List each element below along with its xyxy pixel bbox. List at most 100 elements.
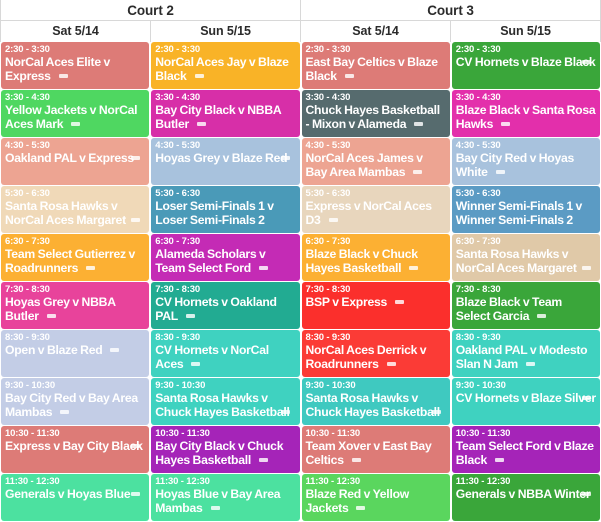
score-entry-marker[interactable] bbox=[86, 266, 96, 270]
game-cell[interactable]: 3:30 - 4:30 Blaze Black v Santa Rosa Hawk… bbox=[451, 90, 600, 137]
score-entry-marker[interactable] bbox=[581, 492, 591, 496]
game-cell[interactable]: 11:30 - 12:30 Generals v Hoyas Blue bbox=[1, 474, 150, 521]
score-entry-marker[interactable] bbox=[351, 458, 361, 462]
game-cell[interactable]: 3:30 - 4:30 Chuck Hayes Basketball - Mixo… bbox=[301, 90, 450, 137]
score-entry-marker[interactable] bbox=[259, 458, 269, 462]
score-entry-marker[interactable] bbox=[431, 410, 441, 414]
game-cell[interactable]: 10:30 - 11:30 Bay City Black v Chuck Haye… bbox=[151, 426, 300, 473]
score-entry-marker[interactable] bbox=[46, 314, 56, 318]
game-cell[interactable]: 3:30 - 4:30 Yellow Jackets v NorCal Aces … bbox=[1, 90, 150, 137]
game-cell[interactable]: 6:30 - 7:30 Team Select Gutierrez v Roadr… bbox=[1, 234, 150, 281]
score-entry-marker[interactable] bbox=[281, 410, 291, 414]
game-cell[interactable]: 6:30 - 7:30 Alameda Scholars v Team Selec… bbox=[151, 234, 300, 281]
score-entry-marker[interactable] bbox=[60, 410, 70, 414]
game-matchup: Santa Rosa Hawks v NorCal Aces Margaret bbox=[5, 199, 126, 227]
score-entry-marker[interactable] bbox=[196, 122, 206, 126]
game-matchup: Yellow Jackets v NorCal Aces Mark bbox=[5, 103, 138, 131]
score-entry-marker[interactable] bbox=[386, 362, 396, 366]
game-time: 4:30 - 5:30 bbox=[455, 140, 501, 151]
game-cell[interactable]: 5:30 - 6:30 Express v NorCal Aces D3 bbox=[301, 186, 450, 233]
game-time: 10:30 - 11:30 bbox=[455, 428, 511, 439]
score-entry-marker[interactable] bbox=[501, 122, 511, 126]
game-time: 11:30 - 12:30 bbox=[455, 476, 511, 487]
score-entry-marker[interactable] bbox=[495, 170, 505, 174]
score-entry-marker[interactable] bbox=[131, 444, 140, 448]
game-matchup: Generals v Hoyas Blue bbox=[5, 487, 131, 501]
score-entry-marker[interactable] bbox=[537, 314, 547, 318]
game-cell[interactable]: 7:30 - 8:30 Hoyas Grey v NBBA Butler bbox=[1, 282, 150, 329]
game-cell[interactable]: 8:30 - 9:30 CV Hornets v NorCal Aces bbox=[151, 330, 300, 377]
score-entry-marker[interactable] bbox=[581, 396, 591, 400]
score-entry-marker[interactable] bbox=[328, 218, 338, 222]
game-cell[interactable]: 5:30 - 6:30 Loser Semi-Finals 1 v Loser S… bbox=[151, 186, 300, 233]
score-entry-marker[interactable] bbox=[495, 458, 505, 462]
game-time: 9:30 - 10:30 bbox=[5, 380, 55, 391]
game-cell[interactable]: 5:30 - 6:30 Santa Rosa Hawks v NorCal Ace… bbox=[1, 186, 150, 233]
game-matchup: Blaze Black v Santa Rosa Hawks bbox=[455, 103, 596, 131]
game-cell[interactable]: 11:30 - 12:30 Generals v NBBA Winter bbox=[451, 474, 600, 521]
game-cell[interactable]: 3:30 - 4:30 Bay City Black v NBBA Butler bbox=[151, 90, 300, 137]
game-cell[interactable]: 4:30 - 5:30 Hoyas Grey v Blaze Red bbox=[151, 138, 300, 185]
score-entry-marker[interactable] bbox=[194, 74, 204, 78]
score-entry-marker[interactable] bbox=[71, 122, 81, 126]
score-entry-marker[interactable] bbox=[131, 156, 140, 160]
game-cell[interactable]: 9:30 - 10:30 Santa Rosa Hawks v Chuck Hay… bbox=[151, 378, 300, 425]
score-entry-marker[interactable] bbox=[581, 266, 591, 270]
court-header-court-2: Court 2 bbox=[0, 0, 301, 21]
game-cell[interactable]: 2:30 - 3:30 NorCal Aces Elite v Express bbox=[1, 42, 150, 89]
score-entry-marker[interactable] bbox=[356, 506, 366, 510]
game-cell[interactable]: 2:30 - 3:30 CV Hornets v Blaze Black bbox=[451, 42, 600, 89]
day-header-court2-sun: Sun 5/15 bbox=[151, 21, 301, 42]
game-cell[interactable]: 10:30 - 11:30 Team Select Ford v Blaze Bl… bbox=[451, 426, 600, 473]
game-cell[interactable]: 7:30 - 8:30 Blaze Black v Team Select Gar… bbox=[451, 282, 600, 329]
score-entry-marker[interactable] bbox=[581, 60, 591, 64]
score-entry-marker[interactable] bbox=[525, 362, 535, 366]
score-entry-marker[interactable] bbox=[110, 348, 120, 352]
score-entry-marker[interactable] bbox=[344, 74, 354, 78]
game-matchup: Bay City Red v Hoyas White bbox=[455, 151, 575, 179]
game-time: 11:30 - 12:30 bbox=[155, 476, 210, 487]
game-cell[interactable]: 6:30 - 7:30 Blaze Black v Chuck Hayes Bas… bbox=[301, 234, 450, 281]
game-matchup: Hoyas Blue v Bay Area Mambas bbox=[155, 487, 281, 515]
score-entry-marker[interactable] bbox=[131, 218, 140, 222]
game-cell[interactable]: 2:30 - 3:30 East Bay Celtics v Blaze Blac… bbox=[301, 42, 450, 89]
game-cell[interactable]: 6:30 - 7:30 Santa Rosa Hawks v NorCal Ace… bbox=[451, 234, 600, 281]
score-entry-marker[interactable] bbox=[395, 300, 405, 304]
score-entry-marker[interactable] bbox=[409, 266, 419, 270]
game-cell[interactable]: 8:30 - 9:30 Open v Blaze Red bbox=[1, 330, 150, 377]
day-column: 2:30 - 3:30 CV Hornets v Blaze Black 3:30 … bbox=[451, 42, 601, 522]
game-matchup: Generals v NBBA Winter bbox=[455, 487, 591, 501]
score-entry-marker[interactable] bbox=[58, 74, 68, 78]
game-cell[interactable]: 4:30 - 5:30 Oakland PAL v Express bbox=[1, 138, 150, 185]
game-cell[interactable]: 4:30 - 5:30 NorCal Aces James v Bay Area … bbox=[301, 138, 450, 185]
score-entry-marker[interactable] bbox=[413, 170, 423, 174]
game-matchup: NorCal Aces Elite v Express bbox=[5, 55, 111, 83]
score-entry-marker[interactable] bbox=[185, 314, 195, 318]
game-time: 7:30 - 8:30 bbox=[455, 284, 501, 295]
game-cell[interactable]: 10:30 - 11:30 Express v Bay City Black bbox=[1, 426, 150, 473]
game-cell[interactable]: 9:30 - 10:30 CV Hornets v Blaze Silver bbox=[451, 378, 600, 425]
game-cell[interactable]: 8:30 - 9:30 NorCal Aces Derrick v Roadrun… bbox=[301, 330, 450, 377]
game-cell[interactable]: 7:30 - 8:30 CV Hornets v Oakland PAL bbox=[151, 282, 300, 329]
game-cell[interactable]: 9:30 - 10:30 Bay City Red v Bay Area Mamb… bbox=[1, 378, 150, 425]
score-entry-marker[interactable] bbox=[191, 362, 201, 366]
score-entry-marker[interactable] bbox=[131, 492, 140, 496]
game-cell[interactable]: 2:30 - 3:30 NorCal Aces Jay v Blaze Black bbox=[151, 42, 300, 89]
game-cell[interactable]: 7:30 - 8:30 BSP v Express bbox=[301, 282, 450, 329]
game-cell[interactable]: 11:30 - 12:30 Hoyas Blue v Bay Area Mamba… bbox=[151, 474, 300, 521]
day-header-row: Sat 5/14 Sun 5/15 Sat 5/14 Sun 5/15 bbox=[0, 21, 601, 42]
game-cell[interactable]: 8:30 - 9:30 Oakland PAL v Modesto Slan N … bbox=[451, 330, 600, 377]
game-cell[interactable]: 9:30 - 10:30 Santa Rosa Hawks v Chuck Hay… bbox=[301, 378, 450, 425]
score-entry-marker[interactable] bbox=[258, 266, 268, 270]
game-matchup: Bay City Black v NBBA Butler bbox=[155, 103, 281, 131]
game-cell[interactable]: 11:30 - 12:30 Blaze Red v Yellow Jackets bbox=[301, 474, 450, 521]
game-matchup: Open v Blaze Red bbox=[5, 343, 103, 357]
game-cell[interactable]: 10:30 - 11:30 Team Xover v East Bay Celti… bbox=[301, 426, 450, 473]
game-time: 9:30 - 10:30 bbox=[455, 380, 506, 391]
game-cell[interactable]: 5:30 - 6:30 Winner Semi-Finals 1 v Winner… bbox=[451, 186, 600, 233]
score-entry-marker[interactable] bbox=[414, 122, 424, 126]
score-entry-marker[interactable] bbox=[210, 506, 220, 510]
game-cell[interactable]: 4:30 - 5:30 Bay City Red v Hoyas White bbox=[451, 138, 600, 185]
day-header-court3-sun: Sun 5/15 bbox=[451, 21, 601, 42]
score-entry-marker[interactable] bbox=[281, 156, 291, 160]
